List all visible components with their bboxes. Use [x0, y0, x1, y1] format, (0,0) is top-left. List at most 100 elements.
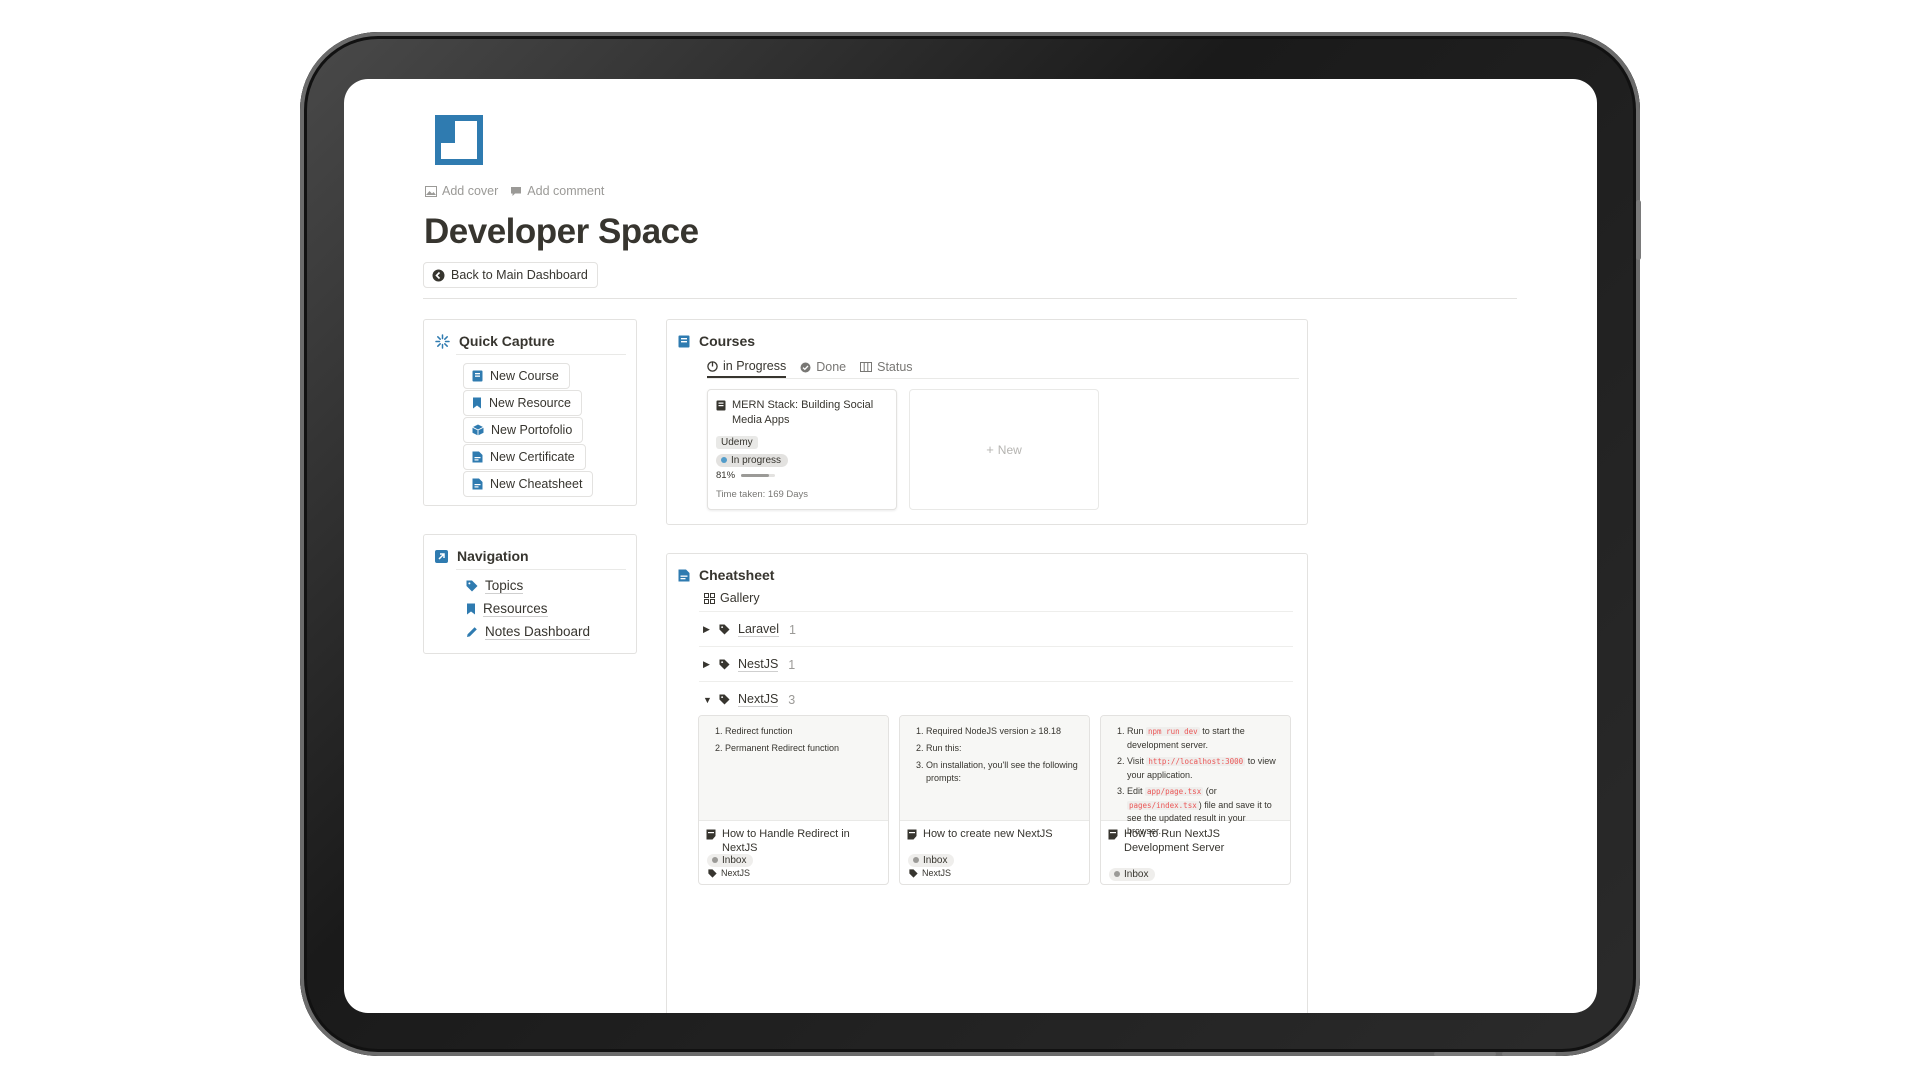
tablet-top-button-2 [1502, 1052, 1556, 1056]
card-title: How to Run NextJS Development Server [1124, 828, 1225, 854]
group-divider [699, 681, 1293, 682]
arrow-up-right-icon [435, 549, 448, 563]
group-laravel[interactable]: ▶ Laravel 1 [703, 622, 796, 637]
course-platform-tag: Udemy [716, 436, 758, 449]
new-course-card-label: New [997, 442, 1022, 457]
status-dot [1114, 871, 1120, 877]
nav-item-topics-label: Topics [485, 578, 524, 594]
cheatsheet-gallery-card[interactable]: Required NodeJS version ≥ 18.18 Run this… [899, 715, 1090, 885]
new-cheatsheet-button[interactable]: New Cheatsheet [463, 471, 594, 497]
card-tag-label: NextJS [721, 868, 751, 878]
add-comment-button[interactable]: Add comment [510, 184, 604, 198]
course-progress-bar [741, 474, 776, 477]
card-status-label: Inbox [722, 854, 747, 866]
nav-item-resources[interactable]: Resources [466, 601, 548, 617]
card-status-row: Inbox [1109, 864, 1156, 882]
tab-done-label: Done [816, 360, 847, 374]
bookmark-icon [473, 397, 481, 409]
card-title-row: How to create new NextJS [907, 827, 1085, 841]
preview-text: Visit [1127, 756, 1144, 766]
new-certificate-button[interactable]: New Certificate [463, 444, 586, 470]
card-status-label: Inbox [1124, 868, 1149, 880]
cheatsheet-title: Cheatsheet [699, 567, 775, 583]
new-course-card-button[interactable]: + New [909, 389, 1099, 510]
tablet-volume-button [1636, 200, 1641, 260]
courses-card: Courses in Progress Done Status MERN Sta… [666, 319, 1308, 525]
back-to-main-dashboard-button[interactable]: Back to Main Dashboard [423, 262, 598, 288]
preview-text: Run [1127, 726, 1144, 736]
card-preview: Required NodeJS version ≥ 18.18 Run this… [900, 716, 1089, 821]
tab-gallery[interactable]: Gallery [704, 591, 760, 605]
cube-icon [472, 424, 484, 436]
preview-item: On installation, you'll see the followin… [926, 759, 1081, 785]
new-resource-label: New Resource [489, 396, 571, 410]
book-icon [716, 400, 726, 411]
doc-icon [472, 478, 483, 490]
doc-icon [706, 829, 716, 840]
course-status-badge: In progress [716, 453, 789, 467]
course-status-row: In progress [716, 450, 789, 468]
page-divider [423, 298, 1517, 299]
board-icon [860, 362, 873, 372]
cheatsheet-gallery-card[interactable]: Run npm run dev to start the development… [1100, 715, 1291, 885]
arrow-left-circle-icon [432, 269, 445, 281]
cheatsheet-gallery-card[interactable]: Redirect function Permanent Redirect fun… [698, 715, 889, 885]
doc-icon [678, 569, 690, 581]
tab-done[interactable]: Done [800, 356, 846, 378]
notion-page: Add cover Add comment Developer Space Ba… [344, 79, 1597, 1013]
doc-icon [1108, 829, 1118, 840]
page-meta-actions: Add cover Add comment [425, 184, 604, 198]
nav-item-notes-dashboard-label: Notes Dashboard [485, 624, 591, 640]
navigation-card: Navigation Topics Resources Notes Dashbo… [423, 534, 637, 654]
new-resource-button[interactable]: New Resource [463, 390, 582, 416]
inline-code: npm run dev [1146, 727, 1200, 736]
courses-title: Courses [699, 333, 756, 349]
book-icon [678, 335, 690, 347]
status-dot [913, 857, 919, 863]
nav-item-notes-dashboard[interactable]: Notes Dashboard [466, 624, 591, 640]
quick-capture-title: Quick Capture [459, 333, 555, 349]
card-title-row: How to Run NextJS Development Server [1108, 827, 1286, 855]
course-progress-row: 81% [716, 470, 776, 481]
status-dot [721, 457, 727, 463]
courses-header[interactable]: Courses [678, 333, 755, 349]
card-tag-label: NextJS [922, 868, 952, 878]
course-title: MERN Stack: Building Social Media Apps [732, 399, 874, 426]
group-nestjs[interactable]: ▶ NestJS 1 [703, 657, 795, 672]
preview-item: Redirect function [725, 725, 880, 738]
group-nextjs[interactable]: ▼ NextJS 3 [703, 692, 795, 707]
tag-icon [909, 868, 918, 878]
new-course-button[interactable]: New Course [463, 363, 570, 389]
card-status-badge: Inbox [707, 853, 754, 867]
tab-in-progress-label: in Progress [723, 359, 787, 373]
page-layout-icon[interactable] [435, 115, 483, 165]
tab-in-progress[interactable]: in Progress [707, 356, 787, 378]
cheatsheet-card: Cheatsheet Gallery ▶ Laravel 1 ▶ NestJS … [666, 553, 1308, 1013]
inline-code: pages/index.tsx [1127, 800, 1199, 810]
sparkle-icon [435, 333, 450, 349]
nav-item-topics[interactable]: Topics [466, 578, 524, 594]
tab-status[interactable]: Status [860, 356, 913, 378]
certificate-icon [472, 451, 483, 463]
gallery-underline [699, 611, 1293, 612]
caret-right-icon: ▶ [703, 624, 710, 634]
card-status-badge: Inbox [1109, 867, 1156, 881]
group-laravel-count: 1 [789, 622, 796, 637]
preview-item: Permanent Redirect function [725, 742, 880, 755]
group-nextjs-count: 3 [788, 692, 796, 707]
gallery-grid-icon [704, 592, 715, 604]
add-cover-button[interactable]: Add cover [425, 184, 498, 198]
navigation-title: Navigation [457, 548, 529, 564]
course-time-taken: Time taken: 169 Days [716, 489, 809, 500]
back-button-label: Back to Main Dashboard [451, 268, 588, 282]
tag-icon [719, 624, 730, 635]
group-nestjs-count: 1 [788, 657, 796, 672]
quick-capture-card: Quick Capture New Course New Resource Ne… [423, 319, 637, 506]
group-nestjs-label: NestJS [738, 657, 779, 672]
course-card[interactable]: MERN Stack: Building Social Media Apps U… [707, 389, 897, 510]
navigation-header: Navigation [435, 548, 529, 564]
cheatsheet-header[interactable]: Cheatsheet [678, 567, 774, 583]
plus-icon: + [986, 442, 994, 457]
new-portofolio-button[interactable]: New Portofolio [463, 417, 584, 443]
card-status-badge: Inbox [908, 853, 955, 867]
